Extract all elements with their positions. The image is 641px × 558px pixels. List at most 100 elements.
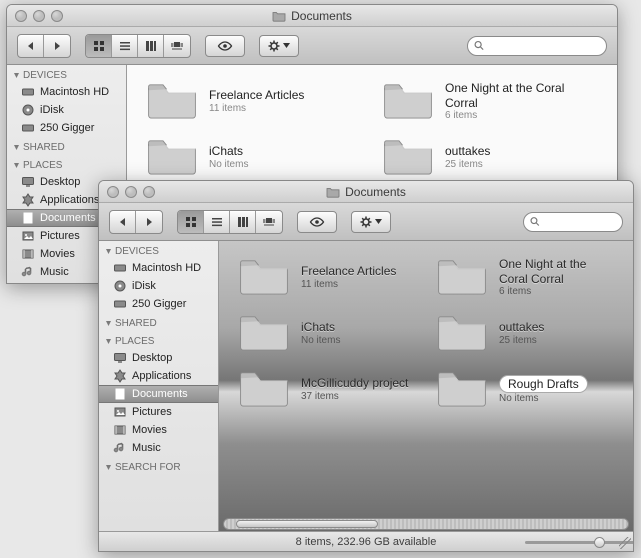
sidebar-item[interactable]: Macintosh HD xyxy=(99,259,218,277)
folder-name: iChats xyxy=(209,144,248,158)
sidebar-section-header[interactable]: DEVICES xyxy=(7,65,126,83)
close-button[interactable] xyxy=(107,186,119,198)
folder-item[interactable]: iChatsNo items xyxy=(237,311,417,355)
chevron-down-icon xyxy=(375,219,382,224)
sidebar-section-header[interactable]: DEVICES xyxy=(99,241,218,259)
action-button[interactable] xyxy=(259,35,299,57)
movies-icon xyxy=(113,423,127,437)
folder-item[interactable]: McGillicuddy project37 items xyxy=(237,367,417,411)
folder-icon xyxy=(435,255,489,299)
sidebar-item[interactable]: Applications xyxy=(99,367,218,385)
folder-item[interactable]: outtakes25 items xyxy=(435,311,615,355)
music-icon xyxy=(113,441,127,455)
folder-item-count: No items xyxy=(301,335,340,346)
close-button[interactable] xyxy=(15,10,27,22)
sidebar-item[interactable]: Pictures xyxy=(99,403,218,421)
folder-item-count: No items xyxy=(209,159,248,170)
minimize-button[interactable] xyxy=(33,10,45,22)
search-field[interactable] xyxy=(467,36,607,56)
window-title-text: Documents xyxy=(345,185,406,199)
folder-name: McGillicuddy project xyxy=(301,376,408,390)
forward-button[interactable] xyxy=(136,211,162,233)
sidebar-section-header[interactable]: SHARED xyxy=(7,137,126,155)
sidebar-item-label: Macintosh HD xyxy=(40,86,109,98)
sidebar-section-header[interactable]: SEARCH FOR xyxy=(99,457,218,475)
minimize-button[interactable] xyxy=(125,186,137,198)
search-icon xyxy=(530,216,540,227)
sidebar-section-header[interactable]: SHARED xyxy=(99,313,218,331)
view-columns-button[interactable] xyxy=(138,35,164,57)
view-list-button[interactable] xyxy=(204,211,230,233)
pictures-icon xyxy=(113,405,127,419)
hd-icon xyxy=(21,121,35,135)
folder-item[interactable]: outtakes25 items xyxy=(381,135,599,179)
content-area[interactable]: Freelance Articles11 items One Night at t… xyxy=(219,241,633,531)
folder-item-count: 11 items xyxy=(209,103,304,114)
folder-item[interactable]: Freelance Articles11 items xyxy=(145,79,363,123)
apps-icon xyxy=(113,369,127,383)
folder-item[interactable]: One Night at the Coral Corral6 items xyxy=(381,79,599,123)
folder-item[interactable]: One Night at the Coral Corral6 items xyxy=(435,255,615,299)
sidebar-item[interactable]: 250 Gigger xyxy=(7,119,126,137)
search-input[interactable] xyxy=(540,215,616,229)
folder-icon xyxy=(326,185,340,199)
search-field[interactable] xyxy=(523,212,623,232)
zoom-button[interactable] xyxy=(51,10,63,22)
finder-window-front[interactable]: Documents DEVICESMacintosh HDiDisk 250 Gi… xyxy=(98,180,634,552)
back-button[interactable] xyxy=(18,35,44,57)
folder-name: Freelance Articles xyxy=(301,264,396,278)
view-icons-button[interactable] xyxy=(86,35,112,57)
folder-item-count: No items xyxy=(499,393,588,404)
icon-size-slider[interactable] xyxy=(525,536,605,548)
folder-name-editing[interactable]: Rough Drafts xyxy=(499,375,588,393)
sidebar-item-label: Desktop xyxy=(40,176,80,188)
disclosure-triangle-icon xyxy=(105,320,112,327)
horizontal-scrollbar[interactable] xyxy=(223,517,629,531)
folder-item-count: 6 items xyxy=(499,286,615,297)
folder-item[interactable]: iChatsNo items xyxy=(145,135,363,179)
chevron-down-icon xyxy=(283,43,290,48)
action-button[interactable] xyxy=(351,211,391,233)
sidebar-item[interactable]: iDisk xyxy=(99,277,218,295)
disclosure-triangle-icon xyxy=(13,162,20,169)
view-columns-button[interactable] xyxy=(230,211,256,233)
desktop-icon xyxy=(21,175,35,189)
titlebar[interactable]: Documents xyxy=(99,181,633,203)
sidebar-item[interactable]: Movies xyxy=(99,421,218,439)
apps-icon xyxy=(21,193,35,207)
folder-item-count: 25 items xyxy=(499,335,544,346)
titlebar[interactable]: Documents xyxy=(7,5,617,27)
sidebar-item[interactable]: iDisk xyxy=(7,101,126,119)
view-coverflow-button[interactable] xyxy=(164,35,190,57)
forward-button[interactable] xyxy=(44,35,70,57)
disclosure-triangle-icon xyxy=(105,464,112,471)
view-icons-button[interactable] xyxy=(178,211,204,233)
folder-name: outtakes xyxy=(499,320,544,334)
docfolder-icon xyxy=(113,387,127,401)
sidebar-item[interactable]: 250 Gigger xyxy=(99,295,218,313)
disclosure-triangle-icon xyxy=(13,72,20,79)
sidebar-item[interactable]: Documents xyxy=(99,385,218,403)
sidebar-item-label: 250 Gigger xyxy=(132,298,186,310)
view-list-button[interactable] xyxy=(112,35,138,57)
folder-item[interactable]: Freelance Articles11 items xyxy=(237,255,417,299)
sidebar-item-label: Desktop xyxy=(132,352,172,364)
sidebar-item[interactable]: Macintosh HD xyxy=(7,83,126,101)
quicklook-button[interactable] xyxy=(205,35,245,57)
search-input[interactable] xyxy=(484,39,600,53)
sidebar-section-header[interactable]: PLACES xyxy=(99,331,218,349)
resize-grip[interactable] xyxy=(619,537,631,549)
folder-icon xyxy=(145,79,199,123)
zoom-button[interactable] xyxy=(143,186,155,198)
sidebar-item[interactable]: Desktop xyxy=(99,349,218,367)
quicklook-button[interactable] xyxy=(297,211,337,233)
folder-icon xyxy=(435,311,489,355)
folder-item[interactable]: Rough DraftsNo items xyxy=(435,367,615,411)
sidebar-item[interactable]: Music xyxy=(99,439,218,457)
folder-icon xyxy=(381,79,435,123)
back-button[interactable] xyxy=(110,211,136,233)
view-coverflow-button[interactable] xyxy=(256,211,282,233)
traffic-lights xyxy=(107,186,155,198)
folder-icon xyxy=(237,367,291,411)
sidebar-section-header[interactable]: PLACES xyxy=(7,155,126,173)
